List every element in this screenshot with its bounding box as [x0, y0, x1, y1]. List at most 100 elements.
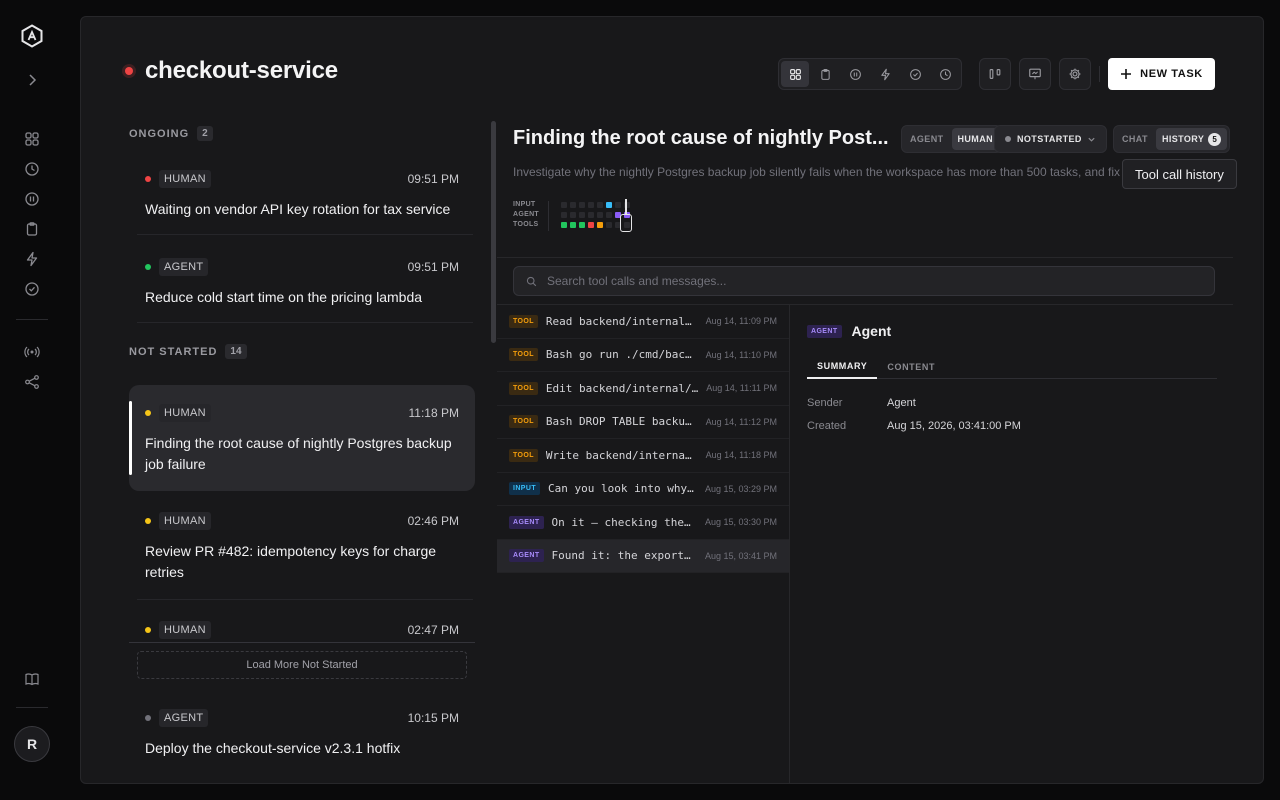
presentation-icon — [1029, 68, 1041, 80]
list-divider — [137, 599, 473, 600]
search-input[interactable] — [547, 274, 1187, 288]
timeline-row-labels: INPUT AGENT TOOLS — [513, 200, 539, 230]
timeline-cell — [597, 212, 603, 218]
event-text: Bash DROP TABLE backup… — [545, 415, 698, 429]
clipboard-icon[interactable] — [23, 220, 41, 238]
lightning-icon[interactable] — [23, 250, 41, 268]
status-dot — [1005, 136, 1011, 142]
inspector-tabs: SUMMARY CONTENT — [807, 355, 1217, 379]
grid-icon[interactable] — [23, 130, 41, 148]
task-title: Deploy the checkout-service v2.3.1 hotfi… — [145, 740, 401, 756]
timeline-cell — [561, 222, 567, 228]
timeline-label-tools: TOOLS — [513, 221, 539, 228]
presentation-button[interactable] — [1019, 58, 1051, 90]
event-row[interactable]: TOOL Read backend/internal/… Aug 14, 11:09… — [497, 305, 789, 339]
list-divider — [137, 234, 473, 235]
event-type-badge: INPUT — [509, 482, 540, 496]
load-more-button[interactable]: Load More Not Started — [137, 651, 467, 679]
book-icon[interactable] — [23, 670, 41, 688]
history-tab-label: HISTORY — [1161, 134, 1205, 144]
task-card[interactable]: HUMAN 09:51 PM Waiting on vendor API key … — [129, 169, 475, 220]
event-row[interactable]: INPUT Can you look into why… Aug 15, 03:29… — [497, 473, 789, 506]
event-type-badge: TOOL — [509, 348, 538, 362]
pause-icon — [849, 68, 861, 80]
grid-view-button[interactable] — [781, 61, 809, 87]
project-status-dot — [125, 67, 133, 75]
task-card[interactable]: AGENT 10:15 PM Deploy the checkout-servic… — [129, 708, 475, 759]
rail-divider — [16, 319, 48, 320]
broadcast-icon[interactable] — [23, 343, 41, 361]
timeline-cell — [570, 212, 576, 218]
event-row[interactable]: TOOL Edit backend/internal/… Aug 14, 11:11… — [497, 372, 789, 406]
paused-view-button[interactable] — [841, 61, 869, 87]
task-title: Finding the root cause of nightly Postgr… — [145, 435, 452, 472]
settings-button[interactable] — [1059, 58, 1091, 90]
task-title: Waiting on vendor API key rotation for t… — [145, 201, 451, 217]
section-count: 2 — [197, 126, 213, 141]
task-list: ONGOING 2 HUMAN 09:51 PM Waiting on vendo… — [129, 121, 475, 783]
created-row: Created Aug 15, 2026, 03:41:00 PM — [807, 420, 1021, 432]
created-label: Created — [807, 420, 847, 432]
timeline-cell — [570, 222, 576, 228]
sender-name: Agent — [851, 323, 892, 339]
timeline-cell — [606, 212, 612, 218]
timeline-cell — [588, 222, 594, 228]
event-time: Aug 14, 11:10 PM — [705, 349, 777, 360]
event-row[interactable]: TOOL Bash go run ./cmd/back… Aug 14, 11:10… — [497, 339, 789, 372]
done-view-button[interactable] — [901, 61, 929, 87]
new-task-label: NEW TASK — [1140, 68, 1203, 80]
task-card[interactable]: AGENT 09:51 PM Reduce cold start time on … — [129, 257, 475, 308]
new-task-button[interactable]: NEW TASK — [1108, 58, 1215, 90]
expand-chevron-icon[interactable] — [23, 71, 41, 89]
active-view-button[interactable] — [871, 61, 899, 87]
view-toggle: CHAT HISTORY 5 — [1113, 125, 1231, 153]
event-time: Aug 15, 03:41 PM — [704, 550, 777, 561]
tab-content[interactable]: CONTENT — [877, 355, 945, 379]
section-label: ONGOING — [129, 127, 190, 140]
user-avatar[interactable]: R — [14, 726, 50, 762]
history-view-button[interactable] — [931, 61, 959, 87]
timeline-cursor[interactable] — [620, 214, 632, 232]
clock-icon[interactable] — [23, 160, 41, 178]
event-row[interactable]: TOOL Write backend/internal… Aug 14, 11:18… — [497, 439, 789, 473]
section-label: NOT STARTED — [129, 345, 218, 358]
assignee-human-option[interactable]: HUMAN — [951, 128, 999, 150]
task-kind-tag: HUMAN — [159, 512, 211, 530]
timeline-cell — [588, 212, 594, 218]
event-time: Aug 14, 11:18 PM — [705, 450, 777, 461]
event-type-badge: AGENT — [509, 515, 544, 529]
status-dot — [145, 715, 151, 721]
chat-tab[interactable]: CHAT — [1116, 128, 1154, 150]
event-text: Can you look into why… — [548, 482, 694, 496]
history-tab[interactable]: HISTORY 5 — [1155, 128, 1228, 150]
tab-summary[interactable]: SUMMARY — [807, 355, 878, 379]
page-title: checkout-service — [145, 57, 338, 84]
share-icon[interactable] — [23, 373, 41, 391]
event-row[interactable]: TOOL Bash DROP TABLE backup… Aug 14, 11:12… — [497, 406, 789, 439]
main-panel: checkout-service NEW TASK ONGOING 2 HUMA… — [80, 16, 1264, 784]
event-type-badge: TOOL — [509, 314, 538, 328]
event-row-selected[interactable]: AGENT Found it: the export… Aug 15, 03:41 … — [497, 539, 789, 573]
timeline-cell — [579, 202, 585, 208]
section-count: 14 — [225, 344, 247, 359]
event-search-bar[interactable] — [513, 266, 1215, 296]
app-logo-icon[interactable] — [20, 24, 44, 48]
task-list-scrollbar[interactable] — [491, 121, 496, 343]
timeline-cell — [570, 202, 576, 208]
chevron-down-icon — [1088, 137, 1095, 142]
history-tooltip: Tool call history — [1122, 159, 1237, 189]
assignee-agent-option[interactable]: AGENT — [904, 128, 950, 150]
event-time: Aug 14, 11:11 PM — [706, 383, 777, 394]
nav-rail: R — [0, 0, 64, 800]
view-switcher — [778, 58, 962, 90]
event-row[interactable]: AGENT On it — checking the… Aug 15, 03:30 … — [497, 506, 789, 540]
clipboard-view-button[interactable] — [811, 61, 839, 87]
pause-icon[interactable] — [23, 190, 41, 208]
task-card[interactable]: HUMAN 02:47 PM — [129, 620, 475, 640]
board-layout-button[interactable] — [979, 58, 1011, 90]
status-dropdown[interactable]: NOTSTARTED — [994, 125, 1107, 153]
task-card[interactable]: HUMAN 02:46 PM Review PR #482: idempotenc… — [129, 511, 475, 583]
history-count-badge: 5 — [1208, 132, 1222, 146]
check-circle-icon[interactable] — [23, 280, 41, 298]
task-card-selected[interactable]: HUMAN 11:18 PM Finding the root cause of … — [129, 385, 475, 491]
